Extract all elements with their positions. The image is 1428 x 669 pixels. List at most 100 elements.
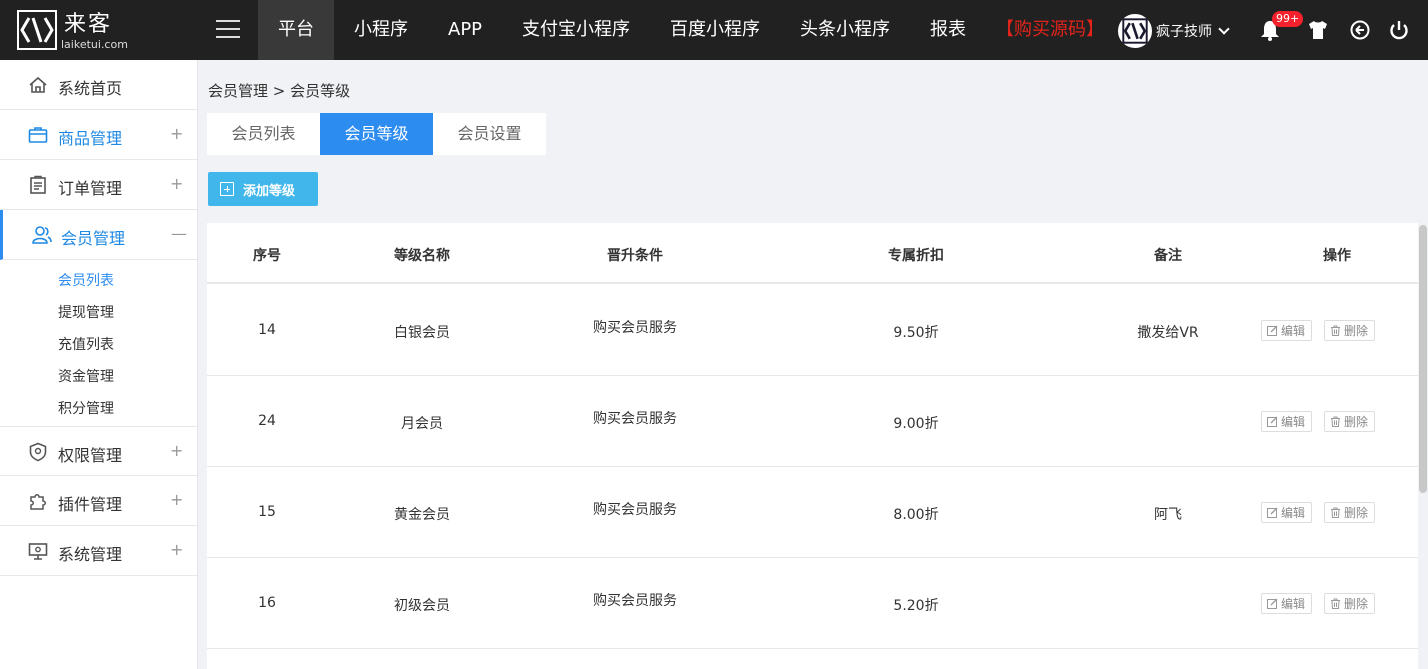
delete-label: 删除	[1344, 506, 1369, 520]
tab-member-levels[interactable]: 会员等级	[320, 113, 433, 155]
sidebar-item-label: 插件管理	[58, 495, 123, 514]
edit-button[interactable]: 编辑	[1261, 320, 1313, 341]
sidebar-item-products[interactable]: 商品管理 +	[0, 110, 197, 160]
table-row: 15 黄金会员 购买会员服务 8.00折 阿飞 编辑 删除	[207, 467, 1418, 558]
edit-icon	[1267, 507, 1278, 518]
delete-button[interactable]: 删除	[1324, 320, 1376, 341]
sidebar-subitem-points[interactable]: 积分管理	[58, 398, 114, 418]
tab-bar: 会员列表 会员等级 会员设置	[207, 113, 546, 155]
cell-name: 黄金会员	[394, 507, 450, 523]
avatar-logo-icon	[1122, 18, 1148, 44]
add-level-label: 添加等级	[243, 183, 296, 199]
cell-name: 白银会员	[394, 325, 450, 341]
sidebar-subitem-member-list[interactable]: 会员列表	[58, 270, 114, 290]
expand-icon[interactable]: +	[170, 492, 183, 508]
delete-button[interactable]: 删除	[1324, 593, 1376, 614]
delete-button[interactable]: 删除	[1324, 411, 1376, 432]
sidebar: 系统首页 商品管理 + 订单管理 + 会员管理 — 会员列表 提现管理 充值列表…	[0, 60, 198, 669]
cell-discount: 9.00折	[893, 416, 939, 432]
edit-icon	[1267, 598, 1278, 609]
notification-badge: 99+	[1272, 11, 1304, 27]
edit-button[interactable]: 编辑	[1261, 593, 1313, 614]
edit-icon	[1267, 325, 1278, 336]
cell-remark: 撒发给VR	[1137, 325, 1199, 341]
sidebar-item-home[interactable]: 系统首页	[0, 60, 197, 110]
cell-discount: 9.50折	[893, 325, 939, 341]
tab-member-settings[interactable]: 会员设置	[433, 113, 546, 155]
edit-icon	[1267, 416, 1278, 427]
edit-button[interactable]: 编辑	[1261, 502, 1313, 523]
top-bar: 来客 laiketui.com 平台 小程序 APP 支付宝小程序 百度小程序 …	[0, 0, 1428, 60]
logo-icon	[17, 10, 57, 50]
sidebar-item-members[interactable]: 会员管理 —	[0, 210, 197, 260]
nav-item-app[interactable]: APP	[428, 0, 502, 60]
brand-name: 来客	[64, 12, 113, 37]
cell-id: 14	[258, 322, 276, 338]
expand-icon[interactable]: +	[170, 542, 183, 558]
cell-id: 15	[258, 504, 276, 520]
scrollbar-thumb[interactable]	[1419, 225, 1427, 493]
sidebar-item-plugins[interactable]: 插件管理 +	[0, 476, 197, 526]
nav-item-alipay[interactable]: 支付宝小程序	[502, 0, 650, 60]
nav-item-miniprogram[interactable]: 小程序	[334, 0, 428, 60]
edit-button[interactable]: 编辑	[1261, 411, 1313, 432]
cell-name: 初级会员	[394, 598, 450, 614]
sidebar-item-label: 订单管理	[58, 179, 123, 198]
header-name: 等级名称	[394, 248, 450, 264]
plus-square-icon	[220, 182, 234, 196]
header-discount: 专属折扣	[888, 248, 944, 264]
tab-member-list[interactable]: 会员列表	[207, 113, 320, 155]
nav-item-baidu[interactable]: 百度小程序	[650, 0, 780, 60]
expand-icon[interactable]: +	[170, 443, 183, 459]
cell-discount: 8.00折	[893, 507, 939, 523]
top-nav: 平台 小程序 APP 支付宝小程序 百度小程序 头条小程序 报表 【购买源码】	[258, 0, 1104, 60]
shield-icon	[29, 442, 47, 462]
nav-item-toutiao[interactable]: 头条小程序	[780, 0, 910, 60]
shirt-icon[interactable]	[1307, 19, 1329, 41]
puzzle-icon	[30, 494, 46, 510]
sidebar-item-orders[interactable]: 订单管理 +	[0, 160, 197, 210]
sidebar-item-system[interactable]: 系统管理 +	[0, 526, 197, 576]
user-menu[interactable]: 疯子技师	[1118, 14, 1230, 48]
edit-label: 编辑	[1281, 506, 1306, 520]
expand-icon[interactable]: +	[170, 126, 183, 142]
header-remark: 备注	[1154, 248, 1182, 264]
logo[interactable]: 来客 laiketui.com	[0, 0, 198, 60]
breadcrumb: 会员管理 > 会员等级	[208, 82, 351, 100]
table-row: 16 初级会员 购买会员服务 5.20折 编辑 删除	[207, 558, 1418, 649]
table-row: 14 白银会员 购买会员服务 9.50折 撒发给VR 编辑 删除	[207, 285, 1418, 376]
cell-condition: 购买会员服务	[593, 320, 677, 336]
cell-id: 24	[258, 413, 276, 429]
trash-icon	[1331, 598, 1340, 609]
users-icon	[32, 226, 52, 244]
back-icon[interactable]	[1349, 19, 1371, 41]
trash-icon	[1331, 325, 1340, 336]
expand-icon[interactable]: +	[170, 176, 183, 192]
delete-button[interactable]: 删除	[1324, 502, 1376, 523]
nav-item-platform[interactable]: 平台	[258, 0, 334, 60]
cell-condition: 购买会员服务	[593, 593, 677, 609]
menu-toggle-icon[interactable]	[216, 20, 240, 40]
trash-icon	[1331, 416, 1340, 427]
levels-table: 序号 等级名称 晋升条件 专属折扣 备注 操作 14 白银会员 购买会员服务 9…	[207, 223, 1418, 669]
table-row: 24 月会员 购买会员服务 9.00折 编辑 删除	[207, 376, 1418, 467]
sidebar-item-label: 会员管理	[61, 229, 126, 248]
briefcase-icon	[28, 127, 48, 143]
nav-item-reports[interactable]: 报表	[910, 0, 986, 60]
power-icon[interactable]	[1388, 19, 1410, 41]
sidebar-subitem-withdraw[interactable]: 提现管理	[58, 302, 114, 322]
brand-url: laiketui.com	[61, 38, 128, 51]
cell-id: 16	[258, 595, 276, 611]
collapse-icon[interactable]: —	[171, 226, 187, 242]
sidebar-item-label: 权限管理	[58, 446, 123, 465]
sidebar-item-permissions[interactable]: 权限管理 +	[0, 426, 197, 476]
sidebar-subitem-recharge[interactable]: 充值列表	[58, 334, 114, 354]
nav-item-buy-source[interactable]: 【购买源码】	[986, 0, 1104, 60]
clipboard-icon	[30, 175, 46, 194]
chevron-down-icon	[1218, 23, 1230, 35]
table-header: 序号 等级名称 晋升条件 专属折扣 备注 操作	[207, 223, 1418, 284]
sidebar-subitem-funds[interactable]: 资金管理	[58, 366, 114, 386]
add-level-button[interactable]: 添加等级	[208, 172, 318, 206]
user-name: 疯子技师	[1156, 24, 1212, 40]
cell-condition: 购买会员服务	[593, 411, 677, 427]
